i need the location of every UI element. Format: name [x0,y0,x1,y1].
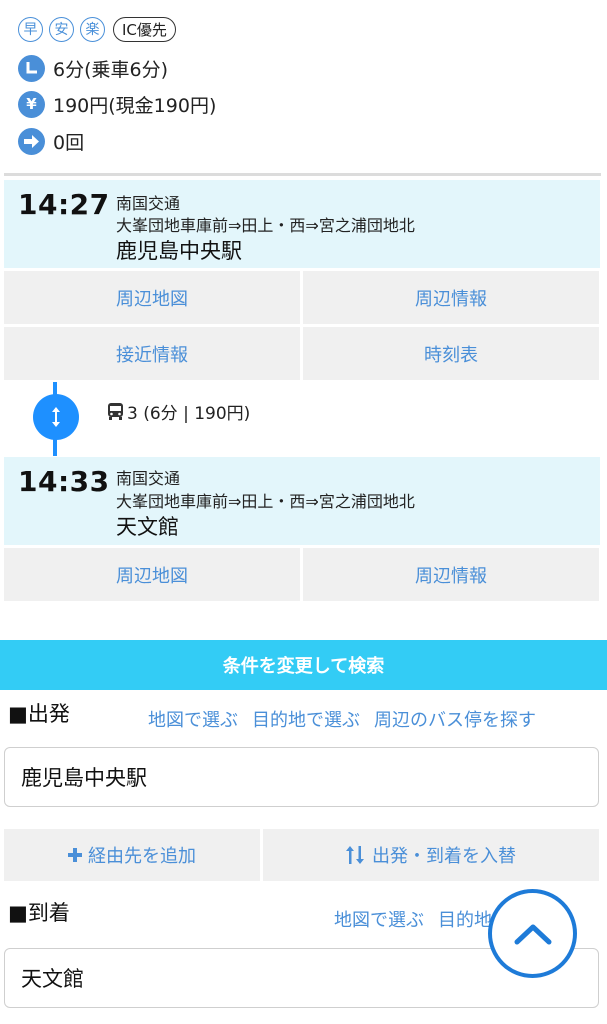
arrow-right-icon [18,127,45,155]
swap-origin-destination-button[interactable]: 出発・到着を入替 [263,829,599,881]
arrival-company: 南国交通 [116,469,181,488]
transfers-text: 0回 [53,131,85,154]
yen-icon: ¥ [18,90,45,118]
tag-safe: 安 [49,16,74,42]
departure-info-button[interactable]: 周辺情報 [303,271,599,324]
expand-stops-button[interactable] [33,394,79,440]
add-via-label: 経由先を追加 [88,846,196,867]
route-tags: 早 安 楽 IC優先 [18,14,176,44]
departure-route: 大峯団地車庫前⇒田上・西⇒宮之浦団地北 [116,216,415,235]
transfers-row: 0回 [18,126,84,156]
origin-select-dest-link[interactable]: 目的地で選ぶ [252,710,360,731]
divider [4,173,601,176]
origin-label: ■出発 [8,702,70,726]
destination-label: ■到着 [8,901,70,925]
arrival-route: 大峯団地車庫前⇒田上・西⇒宮之浦団地北 [116,492,415,511]
destination-input-value: 天文館 [21,967,84,991]
duration-text: 6分(乗車6分) [53,58,169,81]
departure-company: 南国交通 [116,194,181,213]
add-via-button[interactable]: 経由先を追加 [4,829,260,881]
origin-input-value: 鹿児島中央駅 [21,766,147,790]
tag-fast: 早 [18,16,43,42]
destination-select-map-link[interactable]: 地図で選ぶ [334,910,424,931]
fare-row: ¥ 190円(現金190円) [18,89,216,119]
clock-icon [18,54,45,82]
departure-approach-button[interactable]: 接近情報 [4,327,300,380]
scroll-to-top-button[interactable] [488,889,577,978]
origin-nearby-stops-link[interactable]: 周辺のバス停を探す [374,710,536,731]
departure-map-button[interactable]: 周辺地図 [4,271,300,324]
arrival-info-button[interactable]: 周辺情報 [303,548,599,601]
tag-ic-priority: IC優先 [113,16,176,42]
arrival-time: 14:33 [18,465,110,498]
arrival-station-name: 天文館 [116,515,179,539]
duration-row: 6分(乗車6分) [18,53,168,83]
departure-station-name: 鹿児島中央駅 [116,239,242,263]
tag-easy: 楽 [80,16,105,42]
departure-time: 14:27 [18,188,110,221]
arrival-map-button[interactable]: 周辺地図 [4,548,300,601]
swap-icon [346,846,364,864]
bus-icon [108,402,123,420]
arrival-station: 14:33 南国交通 大峯団地車庫前⇒田上・西⇒宮之浦団地北 天文館 [4,457,600,545]
plus-icon [68,848,82,862]
change-conditions-search-button[interactable]: 条件を変更して検索 [0,640,607,690]
departure-timetable-button[interactable]: 時刻表 [303,327,599,380]
fare-text: 190円(現金190円) [53,94,217,117]
up-down-arrow-icon [52,407,60,427]
chevron-up-icon [514,924,551,944]
origin-select-map-link[interactable]: 地図で選ぶ [148,710,238,731]
origin-input[interactable]: 鹿児島中央駅 [4,747,599,807]
origin-links: 地図で選ぶ 目的地で選ぶ 周辺のバス停を探す [148,706,536,732]
ride-info: 3 (6分 | 190円) [106,399,251,424]
swap-label: 出発・到着を入替 [372,846,516,867]
ride-text: 3 (6分 | 190円) [127,403,251,424]
departure-station: 14:27 南国交通 大峯団地車庫前⇒田上・西⇒宮之浦団地北 鹿児島中央駅 [4,180,600,268]
